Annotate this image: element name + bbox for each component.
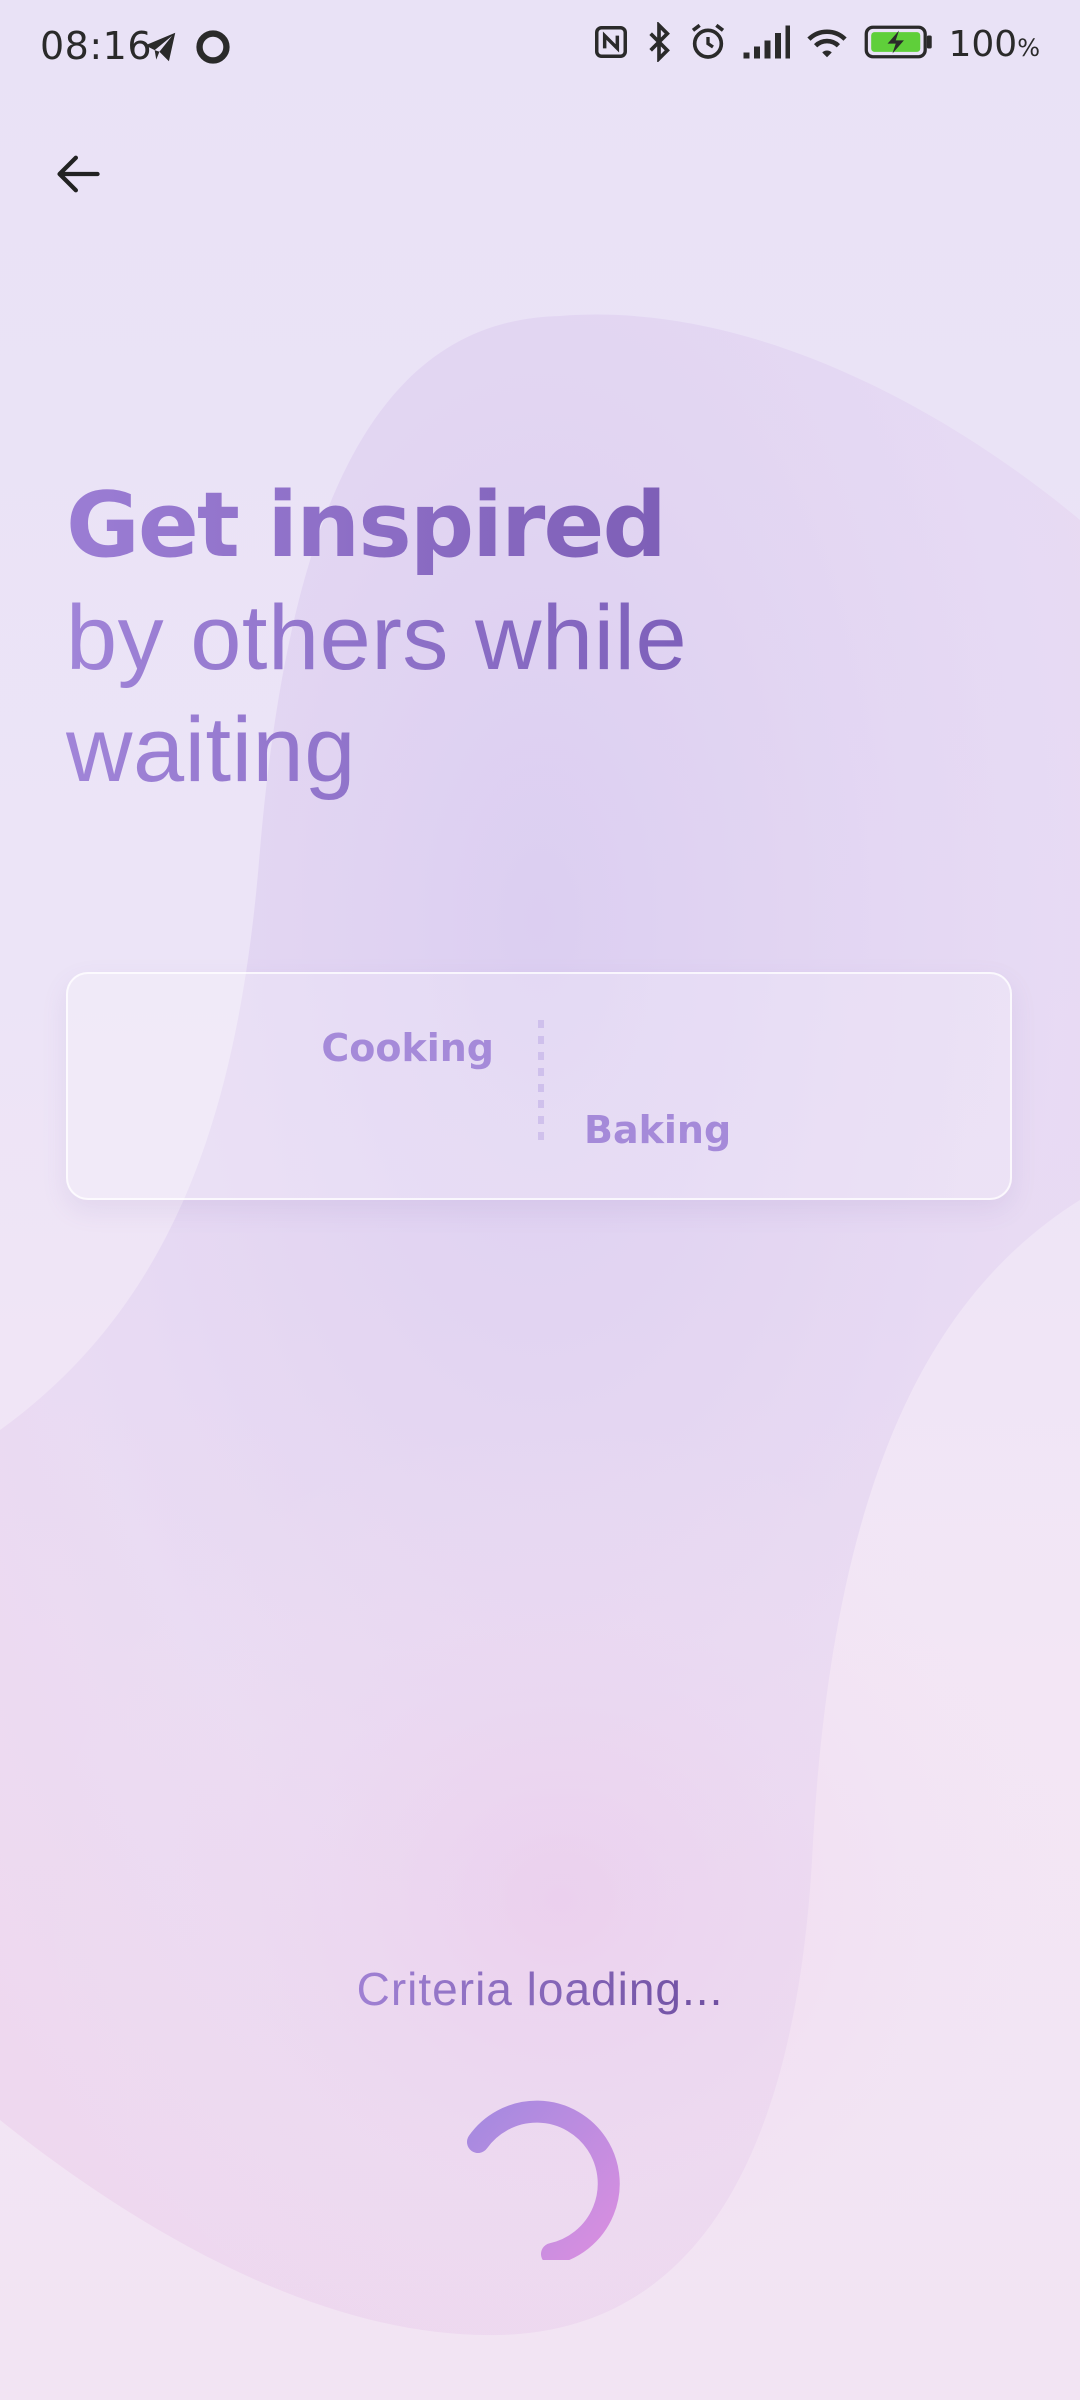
status-bar: 08:16 100% xyxy=(0,0,1080,96)
background-blob xyxy=(0,314,1080,2380)
alarm-icon xyxy=(688,22,728,66)
headline-bold: Get inspired xyxy=(66,470,966,582)
category-baking[interactable]: Baking xyxy=(584,1108,731,1152)
bluetooth-icon xyxy=(644,20,674,66)
battery-percent: 100% xyxy=(948,23,1040,65)
loading-spinner xyxy=(467,2100,620,2260)
status-right-icons: 100% xyxy=(592,20,1040,66)
category-cooking[interactable]: Cooking xyxy=(321,1026,494,1070)
category-card: Cooking Baking xyxy=(66,972,1012,1200)
headline-line-2: by others while xyxy=(66,582,966,694)
back-button[interactable] xyxy=(40,136,116,212)
battery-charging-icon xyxy=(864,24,934,64)
status-time: 08:16 xyxy=(40,24,153,68)
status-left-icons xyxy=(142,28,232,70)
loading-text: Criteria loading... xyxy=(0,1962,1080,2016)
category-divider xyxy=(538,1020,544,1148)
headline-line-3: waiting xyxy=(66,694,966,806)
nfc-icon xyxy=(592,23,630,65)
page-headline: Get inspired by others while waiting xyxy=(66,470,966,806)
record-icon xyxy=(194,28,232,70)
arrow-left-icon xyxy=(57,155,100,193)
wifi-icon xyxy=(804,23,850,65)
signal-icon xyxy=(742,24,791,64)
telegram-icon xyxy=(142,28,180,70)
